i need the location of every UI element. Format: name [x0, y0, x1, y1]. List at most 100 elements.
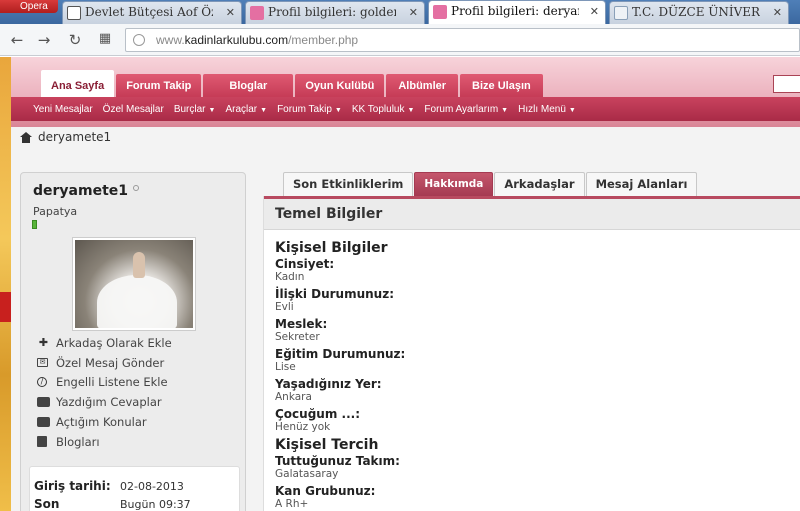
- field-label: Tuttuğunuz Takım:: [275, 454, 400, 468]
- field-label: Cinsiyet:: [275, 257, 335, 271]
- breadcrumb-username: deryamete1: [38, 130, 112, 144]
- browser-tab[interactable]: Devlet Bütçesi Aof Öze ✕: [62, 1, 242, 24]
- avatar: [73, 238, 195, 330]
- chat-icon: [37, 417, 50, 428]
- tab-son-etkinliklerim[interactable]: Son Etkinliklerim: [283, 172, 414, 196]
- last-activity-value: Bugün 09:37: [120, 498, 191, 511]
- tab-hakkimda[interactable]: Hakkımda: [414, 172, 494, 196]
- tab-title: Devlet Bütçesi Aof Öze: [85, 5, 213, 19]
- chevron-down-icon: ▼: [208, 106, 216, 114]
- site-search-input[interactable]: [773, 75, 800, 93]
- nav-bize-ulasin[interactable]: Bize Ulaşın: [460, 74, 543, 98]
- tab-title: Profil bilgileri: deryame: [451, 4, 579, 18]
- offline-status-icon: [133, 185, 140, 191]
- last-activity-label: Son: [34, 497, 60, 511]
- field-label: Meslek:: [275, 317, 328, 331]
- user-title: Papatya: [33, 205, 78, 218]
- my-threads-link[interactable]: Açtığım Konular: [37, 412, 172, 432]
- close-icon[interactable]: ✕: [590, 1, 599, 22]
- url-text: www.kadinlarkulubu.com/member.php: [156, 33, 359, 47]
- subnav-burclar[interactable]: Burçlar ▼: [174, 104, 216, 115]
- field-value: A Rh+: [275, 498, 309, 510]
- field-value: Ankara: [275, 391, 312, 403]
- chevron-down-icon: ▼: [334, 106, 342, 114]
- tab-title: T.C. DÜZCE ÜNİVERSİ: [632, 5, 760, 19]
- field-label: İlişki Durumunuz:: [275, 287, 394, 301]
- subnav-hizli-menu[interactable]: Hızlı Menü ▼: [518, 104, 576, 115]
- nav-home[interactable]: Ana Sayfa: [41, 70, 115, 98]
- envelope-icon: ✉: [37, 358, 48, 368]
- profile-tabs: Son Etkinliklerim Hakkımda Arkadaşlar Me…: [283, 172, 698, 196]
- field-value: Evli: [275, 301, 294, 313]
- browser-tab-active[interactable]: Profil bilgileri: deryame ✕: [428, 0, 606, 24]
- plus-icon: ✚: [38, 335, 49, 349]
- browser-tab-strip: Opera Devlet Bütçesi Aof Öze ✕ Profil bi…: [0, 0, 800, 24]
- web-page: Ana Sayfa Forum Takip Bloglar Oyun Kulüb…: [0, 57, 800, 511]
- nav-oyun-kulubu[interactable]: Oyun Kulübü: [295, 74, 385, 98]
- browser-tab[interactable]: T.C. DÜZCE ÜNİVERSİ ✕: [609, 1, 789, 24]
- globe-icon: [133, 34, 145, 46]
- main-navigation: Ana Sayfa Forum Takip Bloglar Oyun Kulüb…: [41, 70, 545, 98]
- scales-icon: [67, 6, 81, 20]
- home-icon[interactable]: [20, 131, 32, 143]
- nav-bloglar[interactable]: Bloglar: [203, 74, 294, 98]
- block-icon: /: [37, 377, 47, 388]
- profile-sidebar: deryamete1 Papatya ✚ Arkadaş Olarak Ekle …: [20, 172, 246, 511]
- add-friend-link[interactable]: ✚ Arkadaş Olarak Ekle: [37, 333, 172, 353]
- about-panel: Temel Bilgiler Kişisel Bilgiler Cinsiyet…: [263, 196, 800, 511]
- speed-dial-icon[interactable]: ▦: [96, 31, 114, 46]
- tab-arkadaslar[interactable]: Arkadaşlar: [494, 172, 585, 196]
- field-value: Lise: [275, 361, 296, 373]
- reload-icon[interactable]: ↻: [66, 31, 84, 49]
- join-date-label: Giriş tarihi:: [34, 479, 111, 493]
- close-icon[interactable]: ✕: [226, 2, 235, 23]
- site-favicon-icon: [250, 6, 264, 20]
- address-bar[interactable]: www.kadinlarkulubu.com/member.php: [125, 28, 800, 52]
- chevron-down-icon: ▼: [568, 106, 576, 114]
- blog-icon: [37, 436, 47, 448]
- browser-tab[interactable]: Profil bilgileri: goldenro ✕: [245, 1, 425, 24]
- sub-navigation: Yeni Mesajlar Özel Mesajlar Burçlar ▼ Ara…: [11, 97, 800, 121]
- field-value: Kadın: [275, 271, 305, 283]
- section-title: Temel Bilgiler: [264, 196, 800, 230]
- add-to-ignore-list-link[interactable]: / Engelli Listene Ekle: [37, 373, 172, 393]
- subnav-araclar[interactable]: Araçlar ▼: [225, 104, 267, 115]
- chevron-down-icon: ▼: [407, 106, 415, 114]
- close-icon[interactable]: ✕: [773, 2, 782, 23]
- breadcrumb: deryamete1: [20, 130, 111, 144]
- document-icon: [614, 6, 628, 20]
- forward-arrow-icon[interactable]: →: [35, 31, 53, 49]
- field-value: Sekreter: [275, 331, 320, 343]
- field-value: Galatasaray: [275, 468, 339, 480]
- tab-mesaj-alanlari[interactable]: Mesaj Alanları: [585, 172, 698, 196]
- opera-menu-button[interactable]: Opera: [0, 0, 58, 13]
- profile-actions: ✚ Arkadaş Olarak Ekle ✉ Özel Mesaj Gönder …: [37, 333, 172, 452]
- profile-fields: Kişisel Bilgiler Cinsiyet: Kadın İlişki …: [275, 240, 775, 511]
- subnav-kk-topluluk[interactable]: KK Topluluk ▼: [352, 104, 415, 115]
- chevron-down-icon: ▼: [260, 106, 268, 114]
- subnav-yeni-mesajlar[interactable]: Yeni Mesajlar: [33, 104, 93, 115]
- reputation-icon: [32, 220, 37, 229]
- back-arrow-icon[interactable]: ←: [8, 31, 26, 49]
- browser-toolbar: ← → ↻ ▦ www.kadinlarkulubu.com/member.ph…: [0, 24, 800, 56]
- tab-title: Profil bilgileri: goldenro: [268, 5, 396, 19]
- chat-icon: [37, 397, 50, 408]
- field-label: Eğitim Durumunuz:: [275, 347, 406, 361]
- field-label: Yaşadığınız Yer:: [275, 377, 382, 391]
- site-favicon-icon: [433, 5, 447, 19]
- send-private-message-link[interactable]: ✉ Özel Mesaj Gönder: [37, 353, 172, 373]
- side-ad-strip: [0, 57, 11, 511]
- group-title: Kişisel Bilgiler: [275, 240, 388, 256]
- subnav-forum-takip[interactable]: Forum Takip ▼: [277, 104, 342, 115]
- subnav-ozel-mesajlar[interactable]: Özel Mesajlar: [103, 104, 164, 115]
- opera-menu-label: Opera: [20, 1, 48, 12]
- my-replies-link[interactable]: Yazdığım Cevaplar: [37, 392, 172, 412]
- group-title: Kişisel Tercih: [275, 437, 379, 453]
- chevron-down-icon: ▼: [501, 106, 509, 114]
- close-icon[interactable]: ✕: [409, 2, 418, 23]
- member-info-box: Giriş tarihi: 02-08-2013 Son Bugün 09:37: [29, 466, 240, 511]
- blogs-link[interactable]: Blogları: [37, 432, 172, 452]
- nav-albumler[interactable]: Albümler: [386, 74, 459, 98]
- subnav-forum-ayarlarim[interactable]: Forum Ayarlarım ▼: [424, 104, 508, 115]
- nav-forum-takip[interactable]: Forum Takip: [116, 74, 202, 98]
